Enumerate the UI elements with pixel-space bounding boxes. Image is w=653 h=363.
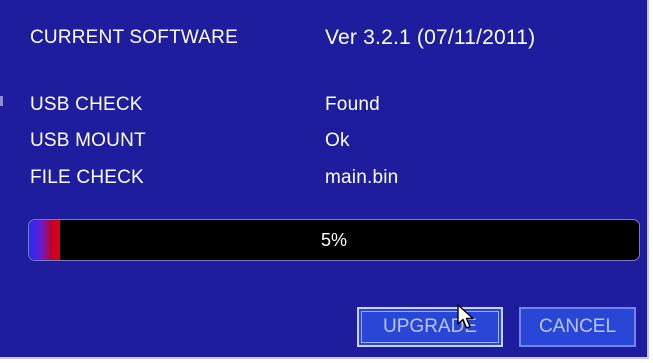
file-check-value: main.bin bbox=[325, 167, 399, 188]
usb-check-label: USB CHECK bbox=[30, 94, 143, 115]
usb-check-value: Found bbox=[325, 94, 380, 115]
cancel-button[interactable]: CANCEL bbox=[519, 307, 636, 347]
edge-marker bbox=[0, 96, 3, 106]
usb-mount-label: USB MOUNT bbox=[30, 130, 146, 151]
current-software-value: Ver 3.2.1 (07/11/2011) bbox=[325, 26, 536, 49]
progress-percent: 5% bbox=[320, 230, 347, 250]
usb-mount-row: USB MOUNT Ok bbox=[30, 130, 640, 154]
upgrade-button[interactable]: UPGRADE bbox=[357, 307, 503, 347]
usb-check-row: USB CHECK Found bbox=[30, 94, 640, 118]
current-software-row: CURRENT SOFTWARE Ver 3.2.1 (07/11/2011) bbox=[30, 26, 640, 51]
mouse-pointer-icon bbox=[457, 304, 474, 329]
file-check-label: FILE CHECK bbox=[30, 167, 144, 188]
file-check-row: FILE CHECK main.bin bbox=[30, 167, 640, 191]
upgrade-dialog: CURRENT SOFTWARE Ver 3.2.1 (07/11/2011) … bbox=[0, 0, 649, 359]
current-software-label: CURRENT SOFTWARE bbox=[30, 27, 238, 48]
usb-mount-value: Ok bbox=[325, 130, 350, 151]
upgrade-progress-bar: 5% bbox=[28, 219, 640, 261]
